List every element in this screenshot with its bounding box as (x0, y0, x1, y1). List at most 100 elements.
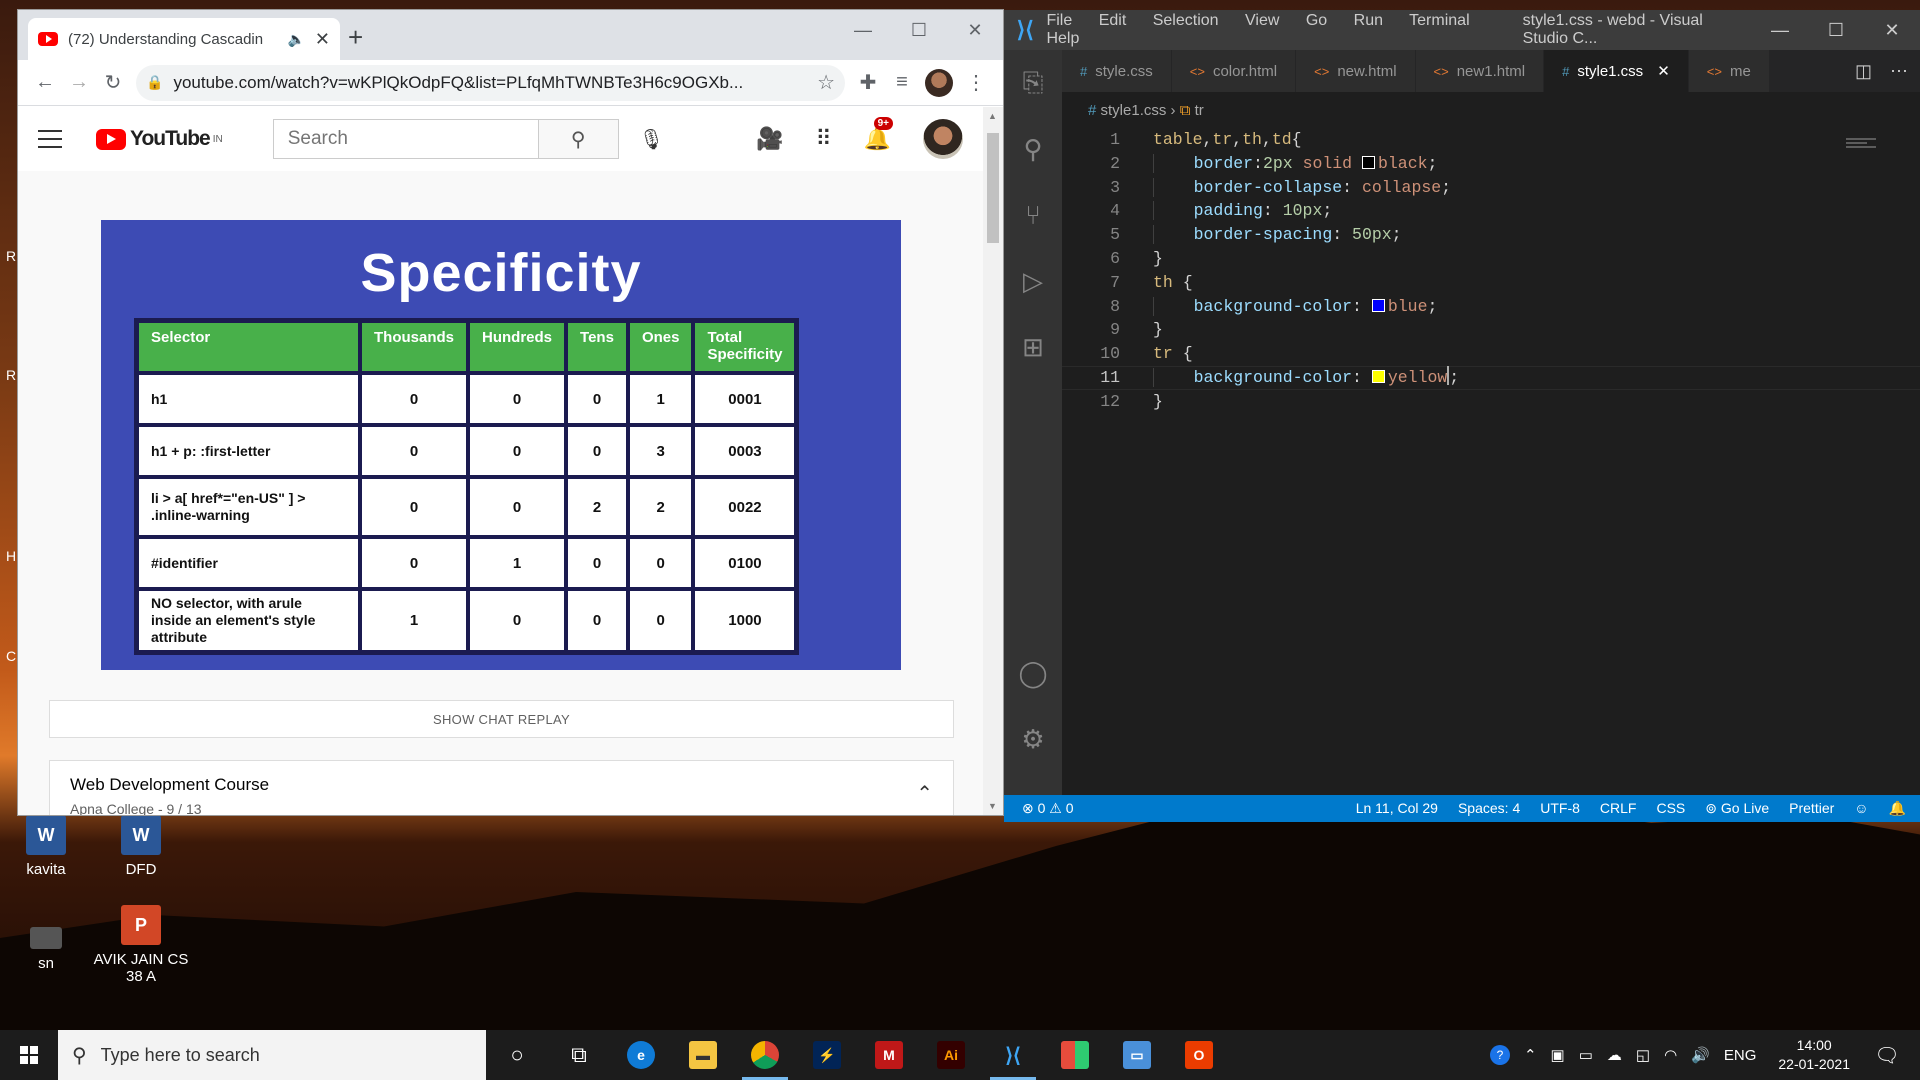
vscode-icon[interactable]: ⟩⟨ (982, 1030, 1044, 1080)
extensions-icon[interactable]: ⊞ (1004, 314, 1062, 380)
tab-style1-css[interactable]: # style1.css ✕ (1544, 50, 1689, 92)
scroll-up-icon[interactable]: ▲ (988, 111, 997, 121)
tab-new-html[interactable]: <> new.html (1296, 50, 1416, 92)
explorer-icon[interactable]: ⎘ (1004, 50, 1062, 116)
split-editor-icon[interactable]: ◫ (1855, 61, 1872, 82)
run-debug-icon[interactable]: ▷ (1004, 248, 1062, 314)
bookmark-star-icon[interactable]: ☆ (817, 70, 835, 95)
browser-tab-youtube[interactable]: (72) Understanding Cascadin 🔈 ✕ (28, 18, 340, 60)
breadcrumb-symbol[interactable]: tr (1195, 102, 1204, 119)
tab-style-css[interactable]: # style.css (1062, 50, 1172, 92)
close-tab-icon[interactable]: ✕ (315, 29, 330, 50)
go-live-button[interactable]: ⊚ Go Live (1705, 800, 1769, 817)
apps-grid-icon[interactable]: ⠿ (815, 126, 831, 152)
code-editor[interactable]: 1 table,tr,th,td{ 2 border:2px solid blac… (1062, 128, 1920, 802)
microphone-icon[interactable]: 🎙 (639, 127, 664, 152)
minimize-button[interactable]: — (835, 10, 891, 50)
action-center-icon[interactable]: 🗨 (1864, 1043, 1910, 1068)
mcafee-icon[interactable]: M (858, 1030, 920, 1080)
color-swatch[interactable] (1371, 369, 1385, 383)
menu-view[interactable]: View (1245, 12, 1279, 29)
new-tab-button[interactable]: + (348, 22, 363, 53)
page-scrollbar[interactable]: ▲ ▼ (983, 107, 1003, 815)
forward-button[interactable]: → (62, 66, 96, 100)
wifi-icon[interactable]: ◠ (1664, 1046, 1677, 1064)
help-icon[interactable]: ? (1489, 1045, 1510, 1065)
color-swatch[interactable] (1361, 155, 1375, 169)
profile-avatar[interactable] (925, 68, 953, 97)
clock[interactable]: 14:00 22-01-2021 (1778, 1036, 1850, 1074)
cursor-position[interactable]: Ln 11, Col 29 (1356, 800, 1438, 817)
onedrive-icon[interactable]: ☁ (1607, 1046, 1622, 1064)
desktop-icon-sn[interactable]: sn (0, 915, 96, 972)
hamburger-menu-icon[interactable] (38, 130, 62, 148)
scroll-down-icon[interactable]: ▼ (988, 801, 997, 811)
menu-go[interactable]: Go (1306, 12, 1327, 29)
desktop-icon-avik[interactable]: P AVIK JAIN CS 38 A (91, 905, 191, 985)
show-chat-replay-button[interactable]: SHOW CHAT REPLAY (49, 700, 954, 738)
start-button[interactable] (0, 1030, 58, 1080)
youtube-search-input[interactable] (272, 119, 539, 159)
file-explorer-icon[interactable]: ▬ (672, 1030, 734, 1080)
volume-icon[interactable]: 🔊 (1691, 1046, 1710, 1064)
language-indicator[interactable]: ENG (1724, 1047, 1757, 1064)
meet-now-icon[interactable]: ▣ (1551, 1046, 1565, 1064)
menu-edit[interactable]: Edit (1099, 12, 1127, 29)
accounts-icon[interactable]: ◯ (1004, 640, 1062, 706)
settings-gear-icon[interactable]: ⚙ (1004, 706, 1062, 772)
powershell-icon[interactable]: ⚡ (796, 1030, 858, 1080)
create-video-icon[interactable]: 🎥 (756, 126, 783, 152)
youtube-logo[interactable]: YouTube IN (96, 127, 223, 151)
feedback-icon[interactable]: ☺ (1854, 800, 1868, 817)
chevron-up-icon[interactable]: ⌃ (1524, 1046, 1537, 1064)
chrome-menu-icon[interactable]: ⋮ (959, 66, 993, 100)
tab-new1-html[interactable]: <> new1.html (1415, 50, 1545, 92)
computer-icon[interactable]: ▭ (1106, 1030, 1168, 1080)
close-window-button[interactable]: ✕ (1864, 20, 1920, 41)
source-control-icon[interactable]: ⑂ (1004, 182, 1062, 248)
search-icon[interactable]: ⚲ (538, 119, 619, 159)
playlist-title[interactable]: Web Development Course (70, 775, 933, 795)
tab-color-html[interactable]: <> color.html (1171, 50, 1297, 92)
cortana-icon[interactable]: ○ (486, 1030, 548, 1080)
indentation[interactable]: Spaces: 4 (1458, 800, 1520, 817)
edge-icon[interactable]: e (610, 1030, 672, 1080)
search-icon[interactable]: ⚲ (1004, 116, 1062, 182)
prettier-status[interactable]: Prettier (1789, 800, 1834, 817)
more-actions-icon[interactable]: ⋯ (1890, 61, 1908, 82)
desktop-icon-dfd[interactable]: W DFD (91, 815, 191, 878)
reload-button[interactable]: ↻ (96, 66, 130, 100)
line-ending[interactable]: CRLF (1600, 800, 1637, 817)
display-icon[interactable]: ◱ (1636, 1046, 1650, 1064)
battery-icon[interactable]: ▭ (1579, 1046, 1593, 1064)
task-view-icon[interactable]: ⧉ (548, 1030, 610, 1080)
address-bar[interactable]: 🔒 youtube.com/watch?v=wKPlQkOdpFQ&list=P… (136, 64, 845, 101)
menu-help[interactable]: Help (1046, 30, 1079, 47)
notifications-bell-icon[interactable]: 🔔 (1889, 800, 1906, 817)
desktop-icon-kavita[interactable]: W kavita (0, 815, 96, 878)
youtube-avatar[interactable] (923, 119, 963, 159)
taskbar-search[interactable]: ⚲ Type here to search (58, 1030, 486, 1080)
back-button[interactable]: ← (28, 66, 62, 100)
extensions-icon[interactable]: ✚ (851, 66, 885, 100)
close-tab-icon[interactable]: ✕ (1657, 62, 1670, 80)
tab-me[interactable]: <> me (1688, 50, 1770, 92)
windows-app-icon[interactable] (1044, 1030, 1106, 1080)
menu-run[interactable]: Run (1354, 12, 1383, 29)
language-mode[interactable]: CSS (1656, 800, 1685, 817)
office-icon[interactable]: O (1168, 1030, 1230, 1080)
menu-selection[interactable]: Selection (1153, 12, 1219, 29)
breadcrumb-file[interactable]: style1.css (1101, 102, 1167, 119)
menu-terminal[interactable]: Terminal (1409, 12, 1469, 29)
maximize-button[interactable]: ☐ (891, 10, 947, 50)
scrollbar-thumb[interactable] (987, 133, 999, 243)
illustrator-icon[interactable]: Ai (920, 1030, 982, 1080)
speaker-icon[interactable]: 🔈 (287, 31, 304, 48)
media-control-icon[interactable]: ≡ (885, 66, 919, 100)
encoding[interactable]: UTF-8 (1540, 800, 1580, 817)
maximize-button[interactable]: ☐ (1808, 20, 1864, 41)
color-swatch[interactable] (1371, 298, 1385, 312)
chevron-up-icon[interactable]: ⌃ (916, 781, 933, 806)
video-slide[interactable]: Specificity Selector Thousands Hundreds … (101, 220, 901, 670)
notifications-bell-icon[interactable]: 🔔 9+ (864, 117, 893, 152)
